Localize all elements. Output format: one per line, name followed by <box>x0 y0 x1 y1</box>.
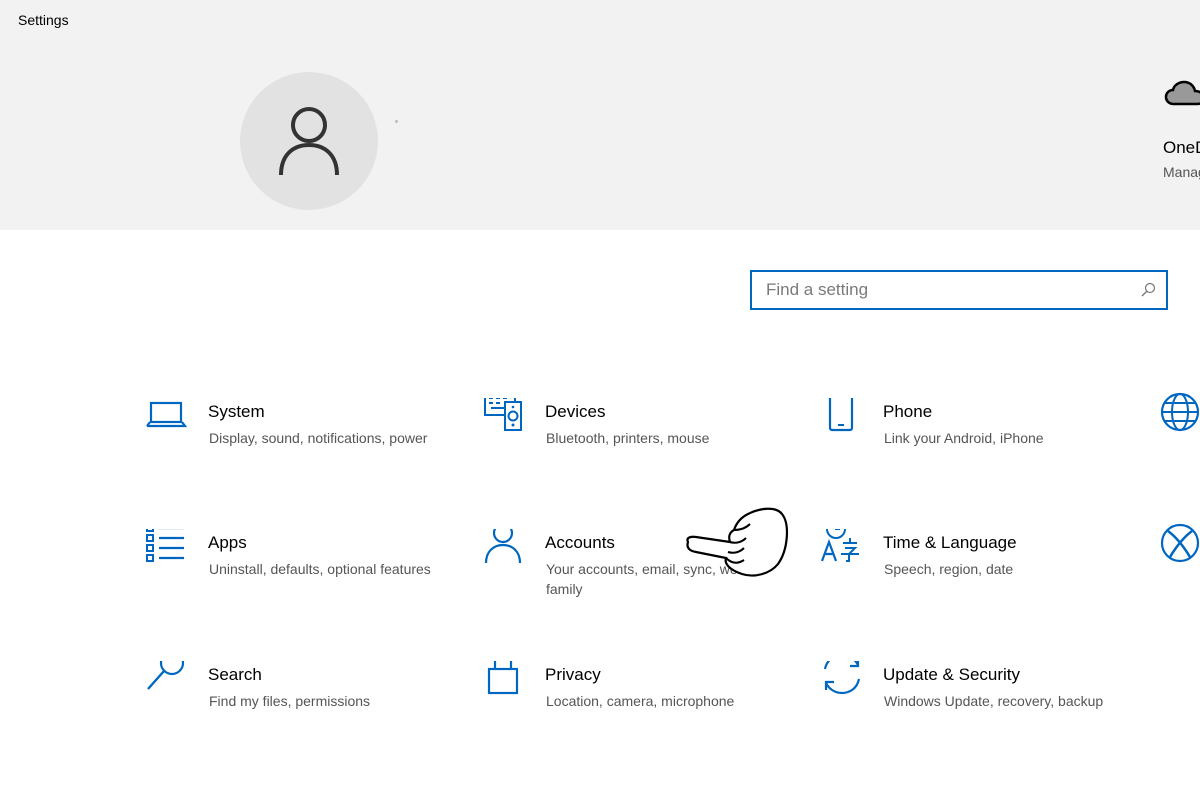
tile-title: Apps <box>208 533 247 552</box>
window-title: Settings <box>18 12 69 28</box>
globe-icon[interactable] <box>1160 392 1200 432</box>
tile-apps[interactable]: Apps Uninstall, defaults, optional featu… <box>146 529 466 629</box>
tile-title: Phone <box>883 402 933 421</box>
phone-icon <box>828 398 854 432</box>
onedrive-shortcut[interactable]: OneDrive Manage <box>1158 76 1200 196</box>
separator-dot <box>395 120 398 123</box>
search-input[interactable] <box>766 272 1136 308</box>
tile-title: Accounts <box>545 533 615 552</box>
cloud-icon <box>1164 80 1200 106</box>
laptop-icon <box>146 401 188 428</box>
account-banner: OneDrive Manage <box>0 40 1200 230</box>
tile-description: Uninstall, defaults, optional features <box>209 561 431 577</box>
person-icon <box>484 529 522 564</box>
tile-update-security[interactable]: Update & Security Windows Update, recove… <box>821 661 1141 761</box>
tile-phone[interactable]: Phone Link your Android, iPhone <box>821 398 1141 498</box>
tile-description: Display, sound, notifications, power <box>209 430 428 446</box>
tile-title: Time & Language <box>883 533 1017 552</box>
lock-icon <box>487 661 519 695</box>
tile-description: Find my files, permissions <box>209 693 371 709</box>
time-language-icon <box>821 529 859 562</box>
tile-description: Speech, region, date <box>884 561 1014 577</box>
sync-arrows-icon <box>823 661 861 695</box>
tile-title: Privacy <box>545 665 601 684</box>
tile-description: Windows Update, recovery, backup <box>884 693 1104 709</box>
tile-title: Update & Security <box>883 665 1021 684</box>
tile-privacy[interactable]: Privacy Location, camera, microphone <box>483 661 803 761</box>
search-icon[interactable] <box>1140 282 1156 298</box>
avatar[interactable] <box>240 72 378 210</box>
tile-time-language[interactable]: Time & Language Speech, region, date <box>821 529 1141 629</box>
pointing-hand-icon <box>686 507 788 577</box>
tile-search[interactable]: Search Find my files, permissions <box>146 661 466 761</box>
tile-devices[interactable]: Devices Bluetooth, printers, mouse <box>483 398 803 498</box>
magnifier-icon <box>147 661 185 690</box>
apps-list-icon <box>146 529 184 562</box>
tile-description: Bluetooth, printers, mouse <box>546 430 710 446</box>
search-box[interactable] <box>750 270 1168 310</box>
tile-description: Link your Android, iPhone <box>884 430 1044 446</box>
title-bar: Settings <box>0 0 1200 40</box>
onedrive-subtitle: Manage <box>1163 164 1200 180</box>
onedrive-title: OneDrive <box>1163 138 1200 157</box>
tile-title: Devices <box>545 402 606 421</box>
xbox-icon[interactable] <box>1160 523 1200 563</box>
user-silhouette-icon <box>279 107 339 176</box>
devices-icon <box>484 398 522 431</box>
tile-description: Location, camera, microphone <box>546 693 735 709</box>
tile-title: Search <box>208 665 262 684</box>
tile-title: System <box>208 402 265 421</box>
tile-system[interactable]: System Display, sound, notifications, po… <box>146 398 466 498</box>
